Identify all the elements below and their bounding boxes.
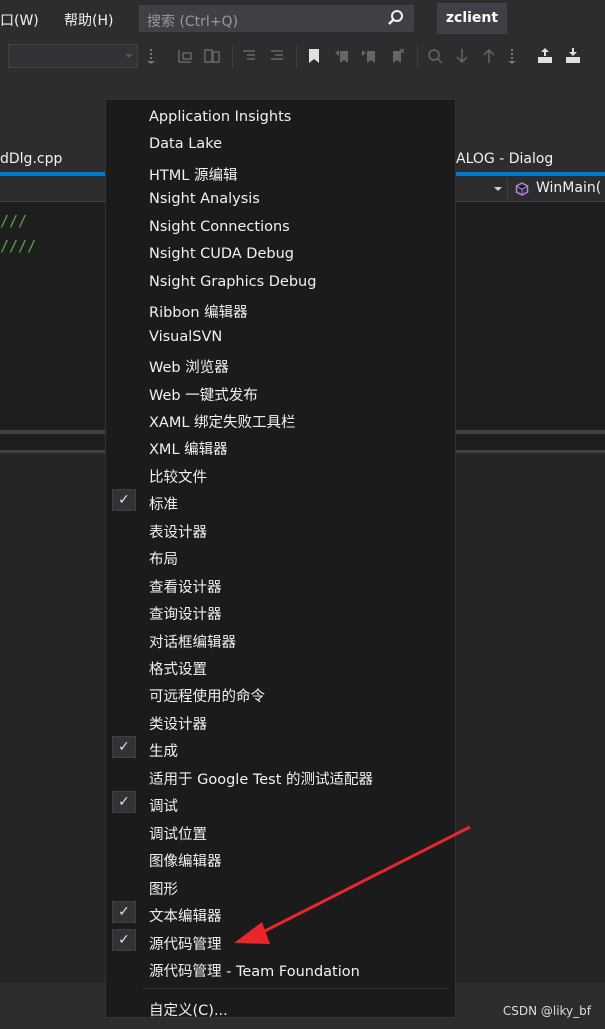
ide-window: 口(W) 帮助(H) 搜索 (Ctrl+Q) zclient dDlg.cpp … bbox=[0, 0, 605, 1029]
annotation-arrow bbox=[234, 825, 471, 944]
